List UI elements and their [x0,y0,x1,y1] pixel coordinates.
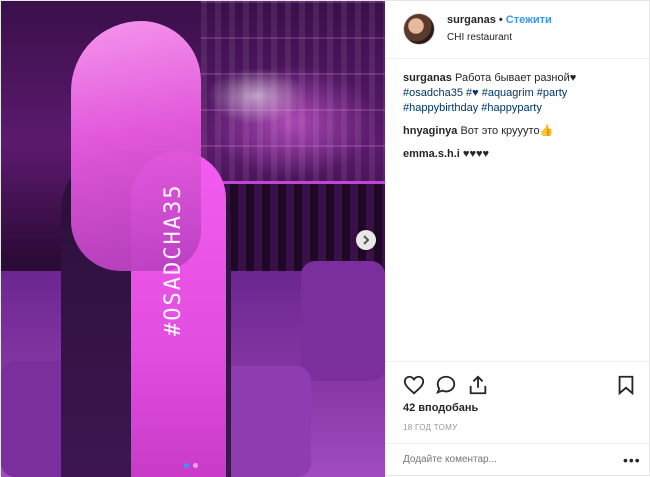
carousel-dot-active [184,463,189,468]
post-header: surganas • Стежити CHI restaurant [385,1,650,59]
chevron-right-icon [363,235,370,245]
username-link[interactable]: surganas [447,14,496,26]
post-photo[interactable]: #OSADCHA35 [1,1,385,477]
bookmark-icon[interactable] [615,374,637,396]
comment-icon[interactable] [435,374,457,396]
heart-icon[interactable] [403,374,425,396]
bar-counter [206,181,385,271]
share-icon[interactable] [467,374,489,396]
comment-text: Вот это круууто👍 [460,125,554,137]
comment-username[interactable]: surganas [403,72,452,84]
add-comment-input[interactable] [403,454,603,465]
header-line: surganas • Стежити [447,14,552,26]
arm-tattoo-text: #OSADCHA35 [161,183,186,336]
comment-username[interactable]: emma.s.h.i [403,148,460,160]
hashtags-line-1[interactable]: #osadcha35 #♥ #aquagrim #party [403,87,567,99]
comments-list: surganas Работа бывает разной♥ #osadcha3… [403,71,635,170]
carousel-next-button[interactable] [356,230,376,250]
action-bar [385,361,650,401]
location-link[interactable]: CHI restaurant [447,32,512,43]
follow-button[interactable]: Стежити [506,14,552,26]
instagram-post: #OSADCHA35 surganas • Стежити CHI restaura… [0,0,650,477]
comment-text: Работа бывает разной♥ [454,72,577,84]
more-options-button[interactable]: ••• [623,452,641,468]
comment-item: hnyaginya Вот это круууто👍 [403,124,635,139]
carousel-dots [184,463,198,468]
add-comment-bar: ••• [385,443,650,477]
chair-right [301,261,385,381]
comment-username[interactable]: hnyaginya [403,125,457,137]
hashtags-line-2[interactable]: #happybirthday #happyparty [403,102,542,114]
comment-item: emma.s.h.i ♥♥♥♥ [403,147,635,162]
bar-shelves [201,1,385,181]
post-timestamp: 18 ГОД ТОМУ [403,423,458,432]
caption: surganas Работа бывает разной♥ #osadcha3… [403,71,635,116]
comment-text: ♥♥♥♥ [462,148,490,160]
avatar[interactable] [403,13,435,45]
carousel-dot [193,463,198,468]
likes-count[interactable]: 42 вподобань [403,402,478,414]
post-sidebar: surganas • Стежити CHI restaurant surganas… [385,1,650,477]
separator: • [498,14,503,26]
